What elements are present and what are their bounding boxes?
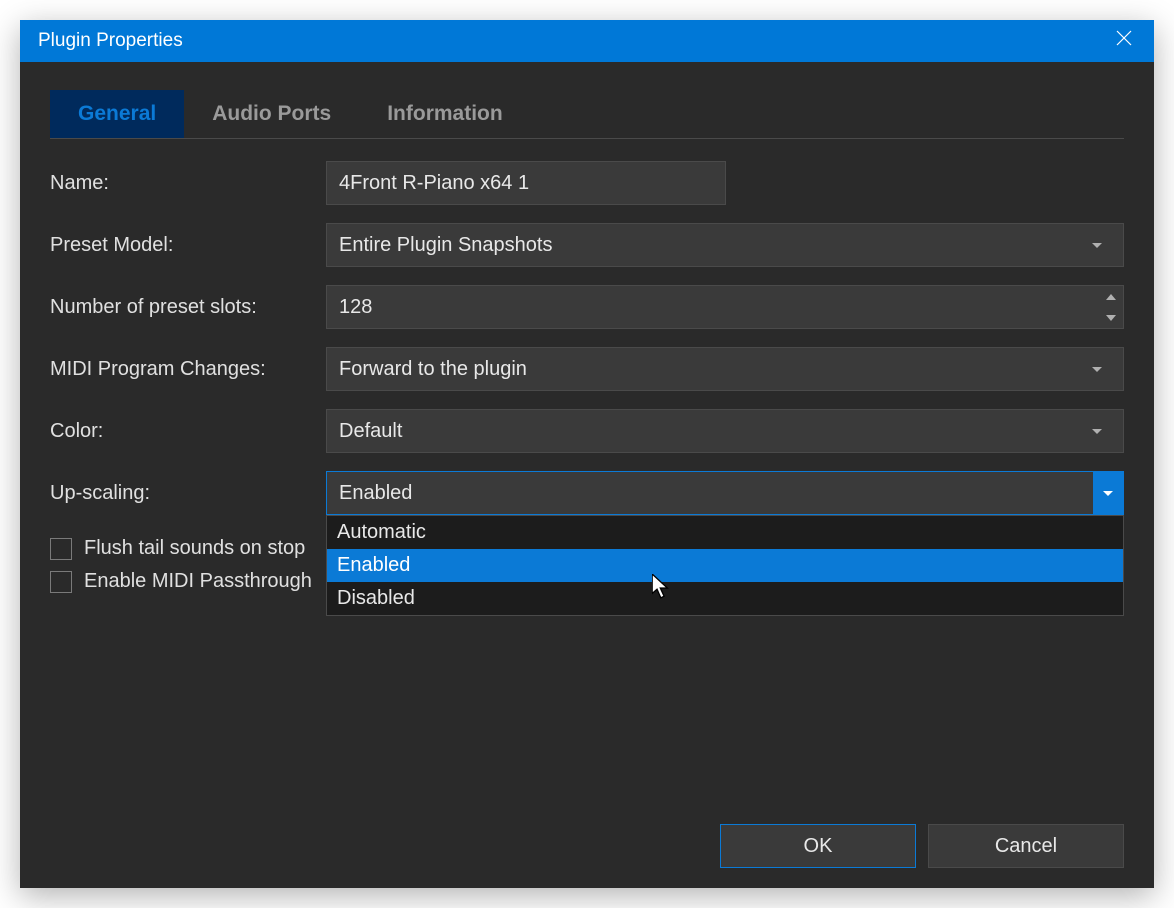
row-slots: Number of preset slots: 128: [50, 285, 1124, 329]
spinner-down-icon[interactable]: [1099, 307, 1123, 328]
chevron-down-icon: [1093, 472, 1123, 514]
upscaling-value: Enabled: [339, 482, 1093, 505]
midi-value: Forward to the plugin: [339, 358, 1083, 381]
tab-general[interactable]: General: [50, 90, 184, 138]
window-title: Plugin Properties: [38, 30, 1094, 52]
passthrough-label: Enable MIDI Passthrough: [84, 570, 312, 593]
upscaling-label: Up-scaling:: [50, 482, 326, 505]
preset-model-control: Entire Plugin Snapshots: [326, 223, 1124, 267]
dialog-window: Plugin Properties General Audio Ports In…: [20, 20, 1154, 888]
tab-information[interactable]: Information: [359, 90, 531, 138]
midi-combo[interactable]: Forward to the plugin: [326, 347, 1124, 391]
flush-checkbox[interactable]: [50, 538, 72, 560]
row-preset-model: Preset Model: Entire Plugin Snapshots: [50, 223, 1124, 267]
preset-model-value: Entire Plugin Snapshots: [339, 234, 1083, 257]
name-control: [326, 161, 1124, 205]
flush-label: Flush tail sounds on stop: [84, 537, 305, 560]
color-control: Default: [326, 409, 1124, 453]
slots-value: 128: [339, 296, 1099, 319]
slots-label: Number of preset slots:: [50, 296, 326, 319]
name-input[interactable]: [326, 161, 726, 205]
row-upscaling: Up-scaling: Enabled Automatic Enabled Di…: [50, 471, 1124, 515]
chevron-down-icon: [1083, 410, 1111, 452]
color-label: Color:: [50, 420, 326, 443]
color-combo[interactable]: Default: [326, 409, 1124, 453]
chevron-down-icon: [1083, 224, 1111, 266]
upscaling-dropdown: Automatic Enabled Disabled: [326, 515, 1124, 616]
chevron-down-icon: [1083, 348, 1111, 390]
dialog-footer: OK Cancel: [50, 804, 1124, 868]
row-midi: MIDI Program Changes: Forward to the plu…: [50, 347, 1124, 391]
passthrough-checkbox[interactable]: [50, 571, 72, 593]
slots-control: 128: [326, 285, 1124, 329]
tab-audio-ports[interactable]: Audio Ports: [184, 90, 359, 138]
midi-control: Forward to the plugin: [326, 347, 1124, 391]
upscaling-combo[interactable]: Enabled: [326, 471, 1124, 515]
ok-button[interactable]: OK: [720, 824, 916, 868]
name-label: Name:: [50, 172, 326, 195]
row-color: Color: Default: [50, 409, 1124, 453]
preset-model-label: Preset Model:: [50, 234, 326, 257]
close-icon: [1116, 30, 1132, 52]
upscaling-control: Enabled: [326, 471, 1124, 515]
close-button[interactable]: [1094, 20, 1154, 62]
upscaling-option-automatic[interactable]: Automatic: [327, 516, 1123, 549]
cancel-button[interactable]: Cancel: [928, 824, 1124, 868]
title-bar: Plugin Properties: [20, 20, 1154, 62]
form: Name: Preset Model: Entire Plugin Snapsh…: [50, 161, 1124, 593]
preset-model-combo[interactable]: Entire Plugin Snapshots: [326, 223, 1124, 267]
upscaling-option-disabled[interactable]: Disabled: [327, 582, 1123, 615]
tab-bar: General Audio Ports Information: [50, 90, 1124, 139]
row-name: Name:: [50, 161, 1124, 205]
color-value: Default: [339, 420, 1083, 443]
spinner-up-icon[interactable]: [1099, 286, 1123, 307]
upscaling-option-enabled[interactable]: Enabled: [327, 549, 1123, 582]
spinner-buttons: [1099, 286, 1123, 328]
midi-label: MIDI Program Changes:: [50, 358, 326, 381]
slots-spinner[interactable]: 128: [326, 285, 1124, 329]
dialog-content: General Audio Ports Information Name: Pr…: [20, 62, 1154, 888]
